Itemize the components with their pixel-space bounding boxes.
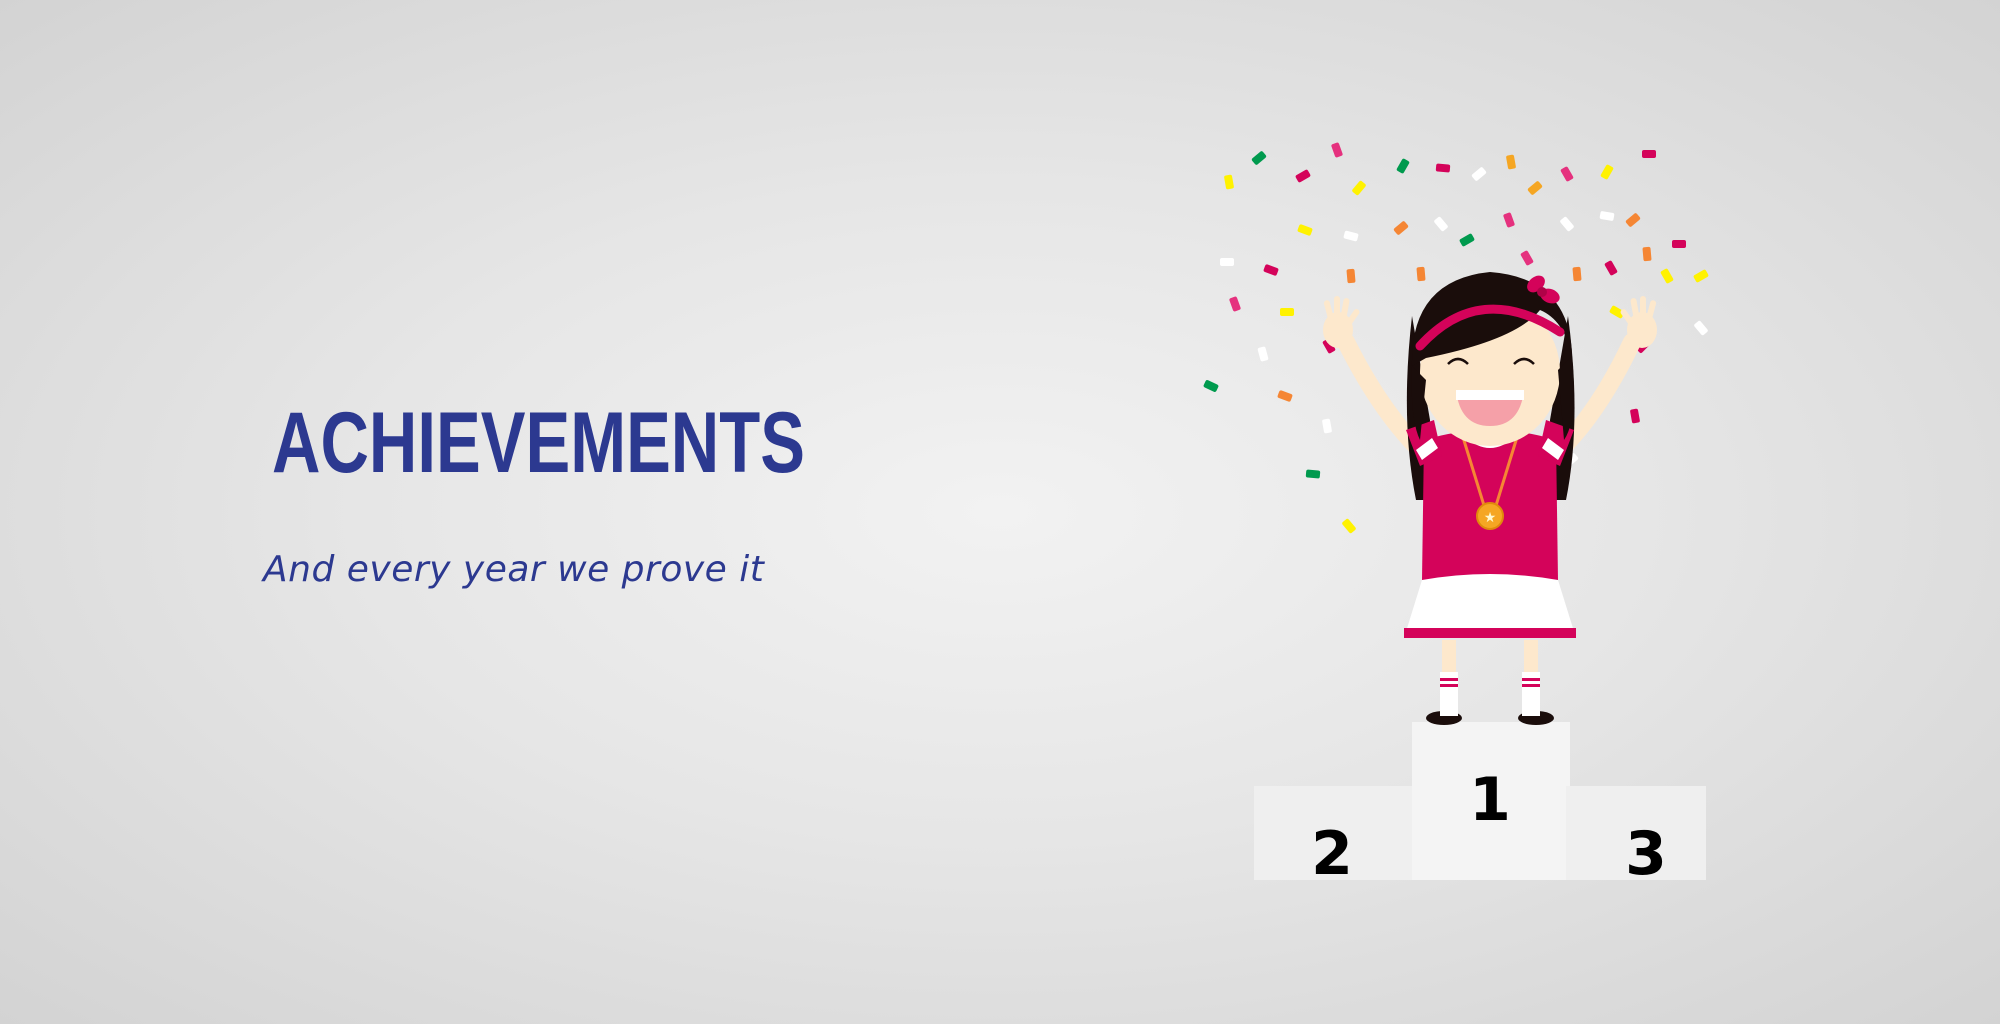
svg-text:★: ★ bbox=[1484, 510, 1497, 526]
podium: 2 1 3 bbox=[1254, 722, 1706, 889]
slide: ACHIEVEMENTS And every year we prove it bbox=[0, 0, 2000, 1024]
podium-first-label: 1 bbox=[1469, 765, 1511, 835]
podium-second-label: 2 bbox=[1311, 819, 1353, 889]
slide-title: ACHIEVEMENTS bbox=[272, 395, 805, 491]
girl-figure: ★ bbox=[1323, 272, 1657, 725]
slide-subtitle: And every year we prove it bbox=[263, 549, 765, 590]
podium-third-label: 3 bbox=[1625, 819, 1667, 889]
winner-illustration: 2 1 3 ★ bbox=[1180, 120, 1840, 900]
